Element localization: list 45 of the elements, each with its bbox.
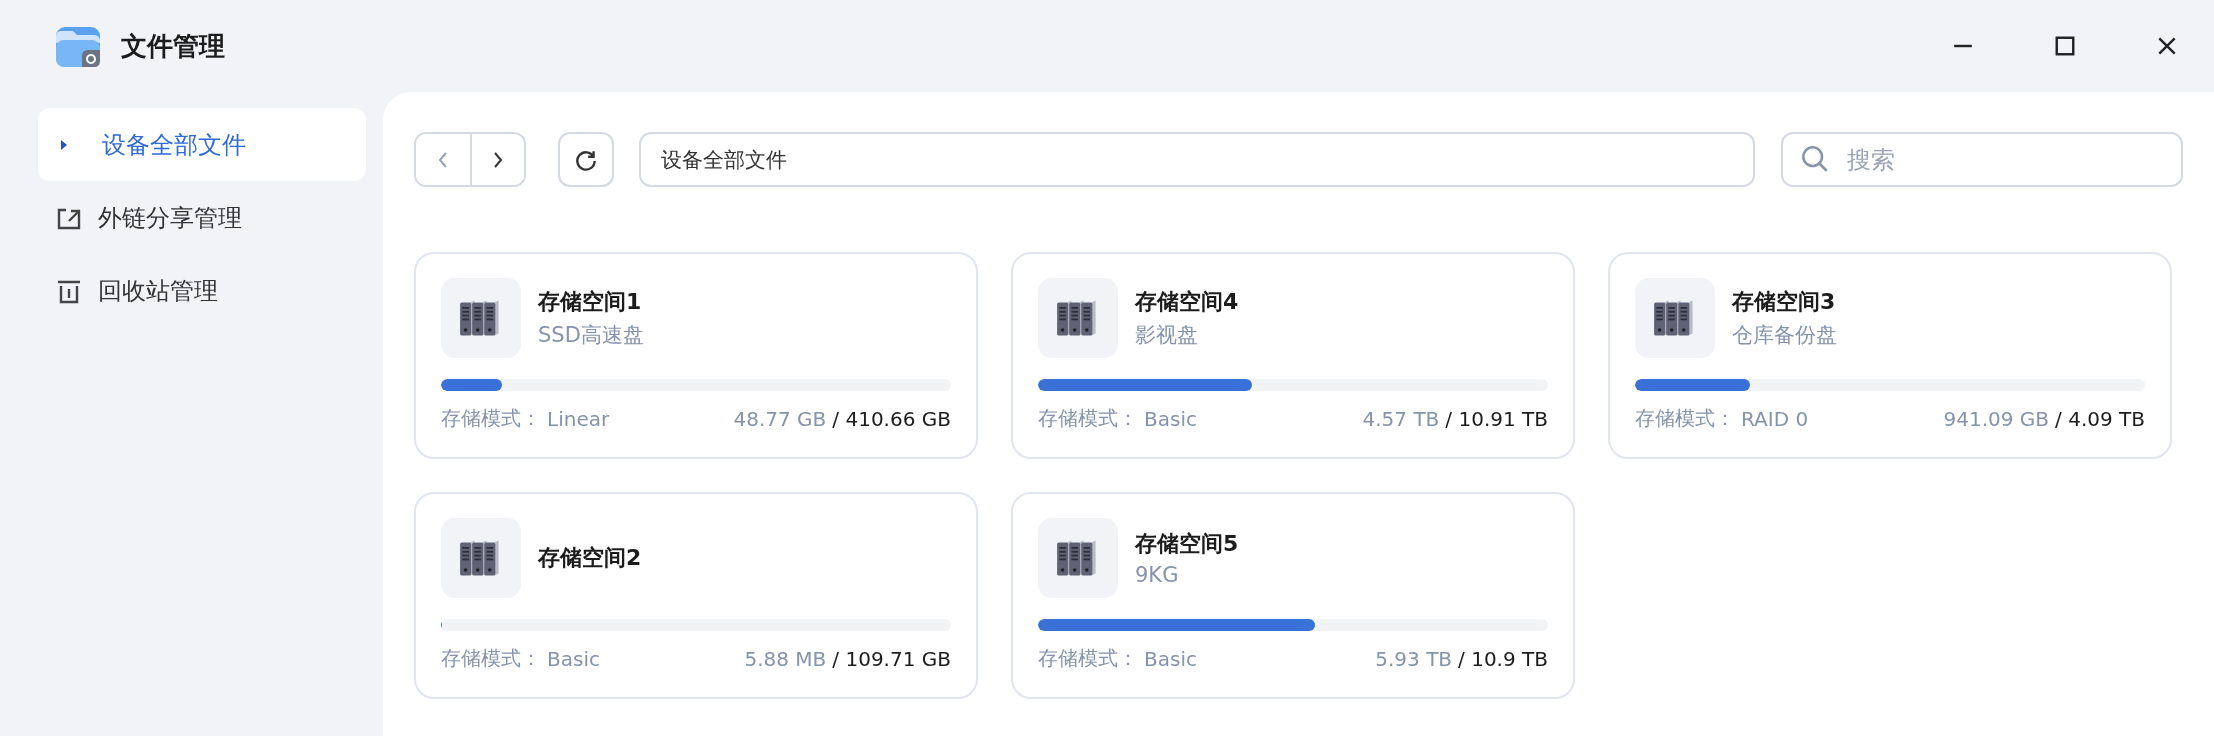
mode-label: 存储模式： [1635,405,1735,432]
total-size: / 10.91 TB [1445,406,1548,431]
storage-card[interactable]: 存储空间5 9KG 存储模式： Basic 5.93 TB / 10.9 TB [1011,492,1575,699]
mode-label: 存储模式： [441,645,541,672]
mode-label: 存储模式： [1038,645,1138,672]
mode-value: RAID 0 [1741,406,1809,431]
volume-subtitle: SSD高速盘 [538,322,644,349]
total-size: / 109.71 GB [832,646,951,671]
caret-icon [60,138,68,151]
volume-name: 存储空间5 [1135,530,1239,558]
search-icon [1801,145,1829,173]
path-field[interactable]: 设备全部文件 [639,132,1755,187]
sidebar-item[interactable]: 设备全部文件 [38,108,366,181]
refresh-button[interactable] [558,132,614,187]
volume-name: 存储空间1 [538,288,643,316]
used-size: 5.93 TB [1375,646,1453,671]
used-size: 4.57 TB [1362,406,1440,431]
search-field[interactable]: 搜索 [1781,132,2183,187]
mode-value: Linear [547,406,610,431]
storage-card[interactable]: 存储空间1 SSD高速盘 存储模式： Linear 48.77 GB / 410.66 GB [414,252,978,459]
close-icon[interactable] [2156,35,2178,57]
used-size: 5.88 MB [744,646,827,671]
volume-name: 存储空间3 [1732,288,1837,316]
storage-card[interactable]: 存储空间2 存储模式： Basic 5.88 MB / 109.71 GB [414,492,978,699]
mode-label: 存储模式： [1038,405,1138,432]
mode-value: Basic [547,646,600,671]
total-size: / 4.09 TB [2055,406,2145,431]
volume-name: 存储空间4 [1135,288,1239,316]
volume-subtitle: 仓库备份盘 [1732,322,1837,349]
volume-name: 存储空间2 [538,544,642,572]
storage-card[interactable]: 存储空间3 仓库备份盘 存储模式： RAID 0 941.09 GB / 4.09 TB [1608,252,2172,459]
total-size: / 410.66 GB [832,406,951,431]
sidebar-item[interactable]: 外链分享管理 [38,181,366,254]
window-title: 文件管理 [121,29,225,63]
mode-value: Basic [1144,406,1197,431]
volume-subtitle: 9KG [1135,563,1180,587]
sidebar-item[interactable]: 回收站管理 [38,254,366,327]
storage-card[interactable]: 存储空间4 影视盘 存储模式： Basic 4.57 TB / 10.91 TB [1011,252,1575,459]
mode-label: 存储模式： [441,405,541,432]
used-size: 48.77 GB [733,406,827,431]
maximize-icon[interactable] [2054,35,2076,57]
mode-value: Basic [1144,646,1197,671]
volume-subtitle: 影视盘 [1135,322,1199,349]
total-size: / 10.9 TB [1458,646,1548,671]
used-size: 941.09 GB [1943,406,2050,431]
